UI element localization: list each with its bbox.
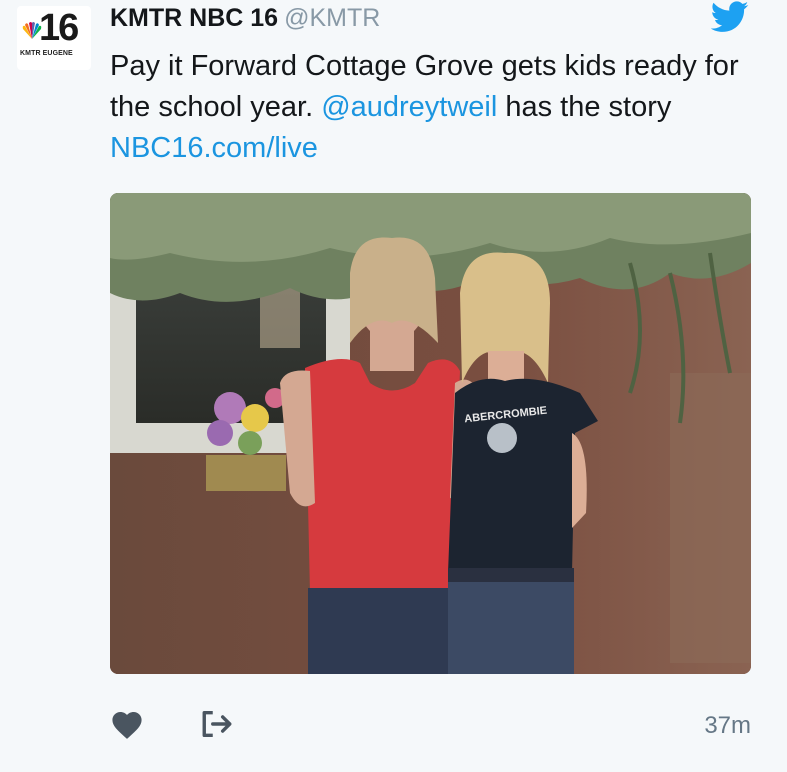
tweet-text: Pay it Forward Cottage Grove gets kids r… [110,46,760,169]
mention-link[interactable]: @audreytweil [321,91,497,123]
avatar-logo-subtitle: KMTR EUGENE [20,50,73,57]
tweet-timestamp[interactable]: 37m [704,712,751,740]
share-arrow-icon[interactable] [200,708,234,740]
profile-avatar[interactable]: 16 KMTR EUGENE [17,6,91,70]
tweet-text-part2: has the story [497,91,672,123]
tweet-header: KMTR NBC 16 @KMTR [110,4,380,36]
url-link[interactable]: NBC16.com/live [110,132,318,164]
user-handle[interactable]: @KMTR [284,4,380,32]
photo-scene: ABERCROMBIE [110,193,751,674]
tweet-actions: 37m [110,702,751,748]
tweet-photo[interactable]: ABERCROMBIE [110,193,751,674]
twitter-bird-icon [711,1,749,32]
display-name[interactable]: KMTR NBC 16 [110,4,278,32]
tweet-card: 16 KMTR EUGENE KMTR NBC 16 @KMTR Pay it F… [0,0,787,772]
avatar-logo-number: 16 [39,7,79,49]
heart-icon[interactable] [110,708,144,740]
